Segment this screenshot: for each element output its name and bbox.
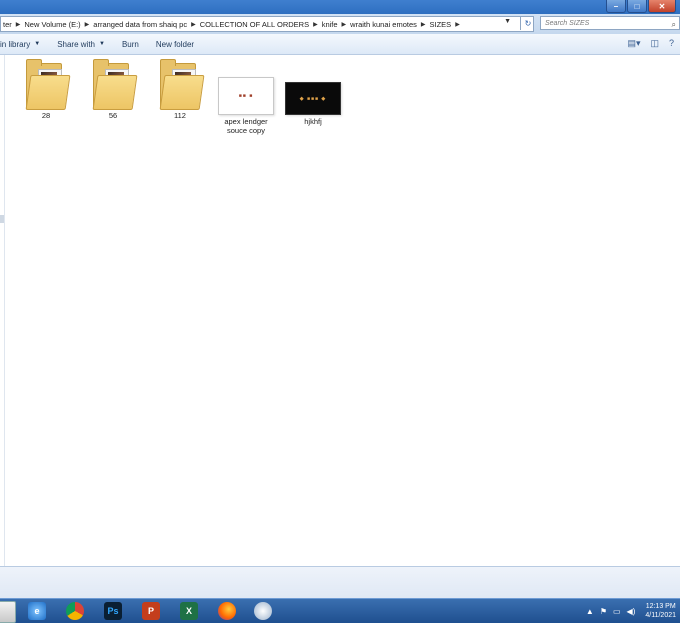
folder-item[interactable]: 28 [18, 59, 74, 120]
taskbar: e Ps P X ▲ ⚑ ▭ ◀) 12:13 PM 4/11/2021 [0, 598, 680, 623]
image-preview-icon: ◆ ■■■ ◆ [299, 95, 327, 102]
internet-explorer-icon[interactable]: e [28, 602, 46, 620]
breadcrumb-item[interactable]: COLLECTION OF ALL ORDERS ▶ [198, 20, 320, 29]
image-thumbnail: ◆ ■■■ ◆ [285, 82, 341, 115]
breadcrumb-item[interactable]: SIZES ▶ [428, 20, 462, 29]
item-label: 112 [174, 111, 186, 120]
chevron-right-icon: ▶ [15, 21, 21, 28]
breadcrumb-item[interactable]: ter ▶ [1, 20, 22, 29]
chevron-right-icon: ▶ [84, 21, 90, 28]
preview-pane-icon[interactable]: ◫ [650, 38, 659, 49]
search-input[interactable]: Search SIZES ⌕ [540, 16, 680, 30]
excel-icon[interactable]: X [180, 602, 198, 620]
breadcrumb-item[interactable]: arranged data from shaiq pc ▶ [91, 20, 197, 29]
details-pane [0, 566, 680, 599]
item-label: 56 [108, 111, 118, 120]
share-with-button[interactable]: Share with ▼ [57, 40, 105, 49]
photoshop-icon[interactable]: Ps [104, 602, 122, 620]
item-label: apex lendger souce copy [224, 117, 268, 135]
breadcrumb-item[interactable]: wraith kunai emotes ▶ [348, 20, 427, 29]
volume-icon[interactable]: ◀) [627, 607, 636, 616]
title-bar: – □ ✕ [0, 0, 680, 14]
view-options-icon[interactable]: ▤▾ [627, 38, 640, 49]
view-controls: ▤▾ ◫ ? [617, 38, 674, 49]
navigation-pane-edge [0, 55, 5, 567]
item-label: hjkhfj [304, 117, 322, 126]
maximize-button[interactable]: □ [627, 0, 647, 13]
folder-item[interactable]: 112 [152, 59, 208, 120]
chevron-down-icon: ▼ [34, 41, 41, 47]
folder-icon [158, 59, 205, 110]
chevron-right-icon: ▶ [191, 21, 196, 28]
item-label: 28 [41, 111, 51, 120]
pane-splitter[interactable] [0, 215, 4, 223]
chevron-right-icon: ▶ [420, 21, 426, 28]
show-hidden-icons-icon[interactable]: ▲ [586, 607, 594, 616]
action-center-flag-icon[interactable]: ⚑ [600, 607, 607, 616]
file-list[interactable]: 28 56 112 ■■ ■ apex lendger souce copy ◆… [0, 55, 680, 565]
burn-button[interactable]: Burn [122, 40, 139, 49]
clock[interactable]: 12:13 PM 4/11/2021 [645, 602, 676, 620]
chevron-right-icon: ▶ [313, 21, 318, 28]
powerpoint-icon[interactable]: P [142, 602, 160, 620]
new-folder-button[interactable]: New folder [156, 40, 194, 49]
chevron-right-icon: ▶ [455, 21, 460, 28]
clock-date: 4/11/2021 [645, 612, 676, 619]
address-dropdown-icon[interactable]: ▼ [504, 18, 511, 25]
refresh-icon[interactable]: ↻ [520, 16, 535, 30]
app-icon[interactable] [254, 602, 272, 620]
network-icon[interactable]: ▭ [613, 607, 621, 616]
minimize-button[interactable]: – [606, 0, 626, 13]
chevron-down-icon: ▼ [98, 41, 105, 47]
window-controls: – □ ✕ [605, 0, 676, 13]
folder-icon [24, 59, 71, 110]
include-in-library-button[interactable]: in library ▼ [0, 40, 40, 49]
chrome-icon[interactable] [66, 602, 84, 620]
start-button[interactable] [0, 601, 16, 623]
firefox-icon[interactable] [218, 602, 236, 620]
address-row: ter ▶ New Volume (E:) ▶ arranged data from… [0, 14, 680, 34]
breadcrumb-item[interactable]: knife ▶ [320, 20, 348, 29]
chevron-right-icon: ▶ [341, 21, 347, 28]
close-button[interactable]: ✕ [648, 0, 676, 13]
folder-item[interactable]: 56 [85, 59, 141, 120]
address-bar[interactable]: ter ▶ New Volume (E:) ▶ arranged data from… [0, 16, 534, 32]
image-file-item[interactable]: ■■ ■ apex lendger souce copy [218, 77, 274, 135]
clock-time: 12:13 PM [645, 603, 676, 610]
image-thumbnail: ■■ ■ [218, 77, 274, 115]
system-tray: ▲ ⚑ ▭ ◀) 12:13 PM 4/11/2021 [580, 599, 676, 623]
help-icon[interactable]: ? [669, 38, 674, 49]
image-preview-icon: ■■ ■ [238, 93, 254, 99]
command-bar: in library ▼ Share with ▼ Burn New folder … [0, 34, 680, 55]
folder-icon [91, 59, 138, 110]
search-icon[interactable]: ⌕ [672, 18, 676, 31]
breadcrumb-item[interactable]: New Volume (E:) ▶ [22, 20, 91, 29]
image-file-item[interactable]: ◆ ■■■ ◆ hjkhfj [285, 82, 341, 126]
